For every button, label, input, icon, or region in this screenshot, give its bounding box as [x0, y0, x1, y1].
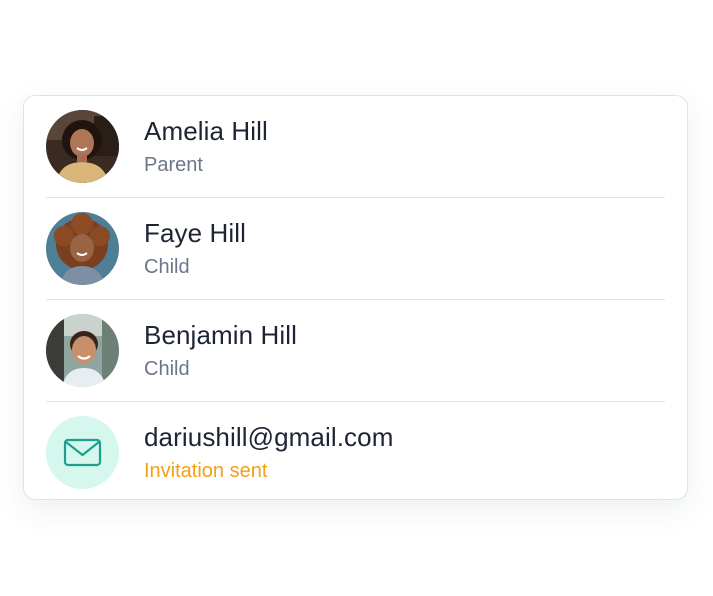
member-name: Benjamin Hill: [144, 320, 298, 350]
invite-email: dariushill@gmail.com: [144, 422, 394, 452]
member-name: Amelia Hill: [144, 116, 268, 146]
member-role: Parent: [144, 154, 203, 176]
member-row-amelia[interactable]: Amelia Hill Parent: [24, 96, 687, 198]
member-name: Faye Hill: [144, 218, 247, 248]
member-row-faye[interactable]: Faye Hill Child: [24, 198, 687, 300]
avatar-amelia: [46, 110, 119, 183]
family-members-card: Amelia Hill Parent Faye Hill Child Benja…: [23, 95, 688, 500]
invite-row[interactable]: dariushill@gmail.com Invitation sent: [24, 402, 687, 499]
mail-icon-circle: [46, 416, 119, 489]
amelia-photo: [46, 110, 119, 183]
member-role: Child: [144, 358, 190, 380]
avatar-benjamin: [46, 314, 119, 387]
faye-photo: [46, 212, 119, 285]
member-role: Child: [144, 256, 190, 278]
avatar-faye: [46, 212, 119, 285]
member-row-benjamin[interactable]: Benjamin Hill Child: [24, 300, 687, 402]
mail-icon: [63, 438, 102, 467]
benjamin-photo: [46, 314, 119, 387]
invite-status: Invitation sent: [144, 460, 268, 482]
